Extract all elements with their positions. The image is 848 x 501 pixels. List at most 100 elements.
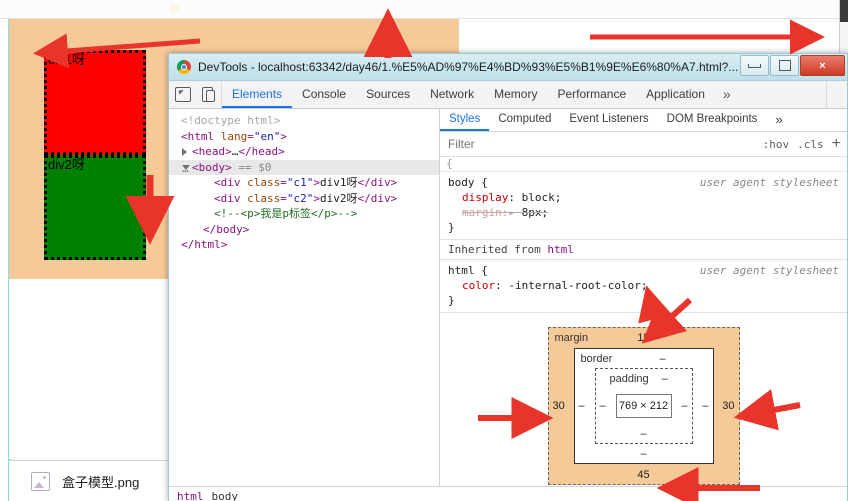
tab-application[interactable]: Application xyxy=(636,81,715,108)
css-property[interactable]: margin: xyxy=(462,206,508,219)
chevron-right-icon[interactable] xyxy=(182,148,187,156)
css-rule-html[interactable]: user agent stylesheet html { color: -int… xyxy=(440,260,847,313)
styles-filter-bar: :hov .cls + xyxy=(440,132,847,157)
dom-token-punc: > xyxy=(278,145,285,158)
margin-bottom-value[interactable]: 45 xyxy=(549,469,739,481)
bookmark-item[interactable] xyxy=(216,4,221,14)
dom-token-doctype: <!doctype html> xyxy=(181,114,281,127)
device-toolbar-icon[interactable] xyxy=(198,86,216,104)
box-model-content-size[interactable]: 769 × 212 xyxy=(615,394,672,418)
bookmark-item[interactable] xyxy=(309,4,314,14)
box-model-margin[interactable]: margin 15 45 30 30 border – – – – paddin… xyxy=(547,327,740,485)
dom-node[interactable]: <!doctype html> xyxy=(169,113,439,129)
dom-token-txt: div1呀 xyxy=(320,176,358,189)
css-property[interactable]: color xyxy=(462,279,495,292)
dom-token-tag: div xyxy=(370,176,391,189)
tab-sources[interactable]: Sources xyxy=(356,81,420,108)
breadcrumb-item-body[interactable]: body xyxy=(212,490,239,501)
css-rule-body[interactable]: user agent stylesheet body { display: bl… xyxy=(440,172,847,240)
maximize-button[interactable] xyxy=(770,55,799,76)
css-value[interactable]: 8px; xyxy=(522,206,549,219)
tab-console[interactable]: Console xyxy=(292,81,356,108)
dom-tree-pane[interactable]: <!doctype html> <html lang="en"> <head>…</… xyxy=(169,109,440,486)
padding-top-value[interactable]: – xyxy=(638,373,692,385)
close-button[interactable]: × xyxy=(800,55,845,76)
css-selector[interactable]: html xyxy=(448,264,475,277)
hov-toggle-button[interactable]: :hov xyxy=(763,138,790,151)
bookmark-item[interactable] xyxy=(340,4,345,14)
dom-node[interactable]: <html lang="en"> xyxy=(169,129,439,145)
margin-top-value[interactable]: 15 xyxy=(549,332,739,344)
padding-right-value[interactable]: – xyxy=(681,400,687,412)
styles-tab-bar: Styles Computed Event Listeners DOM Brea… xyxy=(440,109,847,132)
bookmarks-bar[interactable] xyxy=(0,0,848,19)
bookmark-item[interactable] xyxy=(170,4,190,14)
margin-right-value[interactable]: 30 xyxy=(722,400,734,412)
dom-node[interactable]: <div class="c2">div2呀</div> xyxy=(169,191,439,207)
element-style-rule[interactable]: { xyxy=(440,157,847,172)
bookmark-item[interactable] xyxy=(247,4,252,14)
bookmark-label xyxy=(247,4,252,14)
tab-dom-breakpoints[interactable]: DOM Breakpoints xyxy=(658,109,767,131)
border-top-value[interactable]: – xyxy=(613,353,713,365)
new-style-rule-button[interactable]: + xyxy=(832,136,841,152)
dom-tree[interactable]: <!doctype html> <html lang="en"> <head>…</… xyxy=(169,109,439,253)
css-rule-origin: user agent stylesheet xyxy=(699,176,839,189)
devtools-window: DevTools - localhost:63342/day46/1.%E5%A… xyxy=(168,53,848,501)
margin-left-value[interactable]: 30 xyxy=(553,400,565,412)
inspect-element-icon[interactable] xyxy=(174,86,192,104)
dom-node[interactable]: <div class="c1">div1呀</div> xyxy=(169,175,439,191)
tab-memory[interactable]: Memory xyxy=(484,81,547,108)
css-value[interactable]: block; xyxy=(522,191,562,204)
border-right-value[interactable]: – xyxy=(702,400,708,412)
dom-node[interactable]: </html> xyxy=(169,237,439,253)
minimize-button[interactable] xyxy=(740,55,769,76)
tab-event-listeners[interactable]: Event Listeners xyxy=(560,109,657,131)
chrome-logo-icon xyxy=(177,60,191,74)
dom-token-punc: </ xyxy=(181,238,195,251)
tab-overflow-chevron-icon[interactable]: » xyxy=(715,81,739,108)
inherited-from-element[interactable]: html xyxy=(547,243,574,256)
dom-token-txt: div2呀 xyxy=(320,191,358,205)
bookmark-label xyxy=(340,4,345,14)
dom-node[interactable]: </body> xyxy=(169,222,439,238)
tab-elements[interactable]: Elements xyxy=(222,81,293,108)
tab-computed[interactable]: Computed xyxy=(489,109,560,131)
dom-token-punc: < xyxy=(181,129,188,143)
css-declaration-overridden[interactable]: margin:▸ 8px; xyxy=(448,205,841,220)
dom-token-punc: > xyxy=(280,129,287,143)
dom-node[interactable]: <head>…</head> xyxy=(169,144,439,160)
box-model-border[interactable]: border – – – – padding – – – – 769 × 212 xyxy=(573,348,714,464)
dom-node[interactable]: … <body> == $0 xyxy=(169,159,439,175)
dom-node[interactable]: <!--<p>我是p标签</p>--> xyxy=(169,206,439,222)
css-selector[interactable]: body xyxy=(448,176,475,189)
padding-bottom-value[interactable]: – xyxy=(596,428,692,440)
border-left-value[interactable]: – xyxy=(579,400,585,412)
screenshot-root: div1呀 div2呀 盒子模型.png DevTools - localhos… xyxy=(0,0,848,501)
devtools-title-bar[interactable]: DevTools - localhost:63342/day46/1.%E5%A… xyxy=(169,54,847,81)
css-declaration[interactable]: display: block; xyxy=(448,190,841,205)
padding-left-value[interactable]: – xyxy=(600,400,606,412)
css-value[interactable]: -internal-root-color; xyxy=(508,279,647,292)
styles-tab-overflow-chevron-icon[interactable]: » xyxy=(766,109,791,131)
dom-token-attrname: class xyxy=(247,191,281,205)
css-declaration[interactable]: color: -internal-root-color; xyxy=(448,278,841,293)
more-options-icon[interactable] xyxy=(826,81,847,108)
dom-token-punc: > xyxy=(225,145,232,158)
styles-pane[interactable]: Styles Computed Event Listeners DOM Brea… xyxy=(440,109,847,486)
bookmark-label xyxy=(182,4,190,14)
breadcrumb-item-html[interactable]: html xyxy=(177,490,204,501)
dom-token-punc: </ xyxy=(357,176,371,189)
tab-network[interactable]: Network xyxy=(420,81,484,108)
box-model-padding[interactable]: padding – – – – 769 × 212 xyxy=(594,368,693,444)
border-bottom-value[interactable]: – xyxy=(575,448,713,460)
bookmark-item[interactable] xyxy=(278,4,283,14)
cls-toggle-button[interactable]: .cls xyxy=(797,138,824,151)
chevron-down-icon[interactable] xyxy=(182,164,190,174)
box-model-border-label: border xyxy=(580,353,613,365)
tab-performance[interactable]: Performance xyxy=(547,81,636,108)
css-property[interactable]: display xyxy=(462,191,508,204)
download-file-name[interactable]: 盒子模型.png xyxy=(62,472,139,491)
tab-styles[interactable]: Styles xyxy=(440,109,490,131)
styles-filter-input[interactable] xyxy=(446,136,755,152)
